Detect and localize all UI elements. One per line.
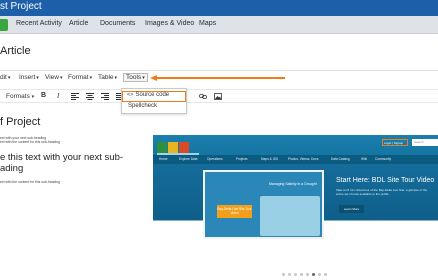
tab-bar: Recent Activity Article Documents Images… bbox=[0, 16, 438, 34]
menu-view[interactable]: View▾ bbox=[45, 74, 63, 81]
site-nav-item: Projects bbox=[236, 157, 248, 161]
site-panel-button: Bay-Delta Live Site Tour Video bbox=[217, 205, 252, 218]
menu-tools-label: Tools bbox=[126, 74, 142, 81]
document-placeholder-text[interactable]: ext with the content for this sub-headin… bbox=[0, 180, 60, 184]
site-nav-item: Operations bbox=[207, 157, 223, 161]
menu-edit[interactable]: dit▾ bbox=[0, 74, 10, 81]
site-nav-item: Maps & GIS bbox=[261, 157, 279, 161]
carousel-dot[interactable] bbox=[324, 273, 327, 276]
link-icon[interactable] bbox=[199, 93, 207, 100]
formats-label: Formats bbox=[6, 93, 30, 100]
site-login-link: Login | Signup bbox=[382, 139, 408, 146]
site-panel-title: Managing Salinity in a Drought bbox=[269, 182, 317, 186]
embedded-website-image[interactable]: Login | Signup Search Home Explore Data … bbox=[153, 135, 438, 267]
menu-format-label: Format bbox=[68, 74, 89, 81]
top-header-bar: st Project bbox=[0, 0, 438, 16]
align-left-icon[interactable] bbox=[71, 93, 79, 100]
chevron-down-icon: ▾ bbox=[59, 75, 63, 81]
carousel-dot-active[interactable] bbox=[312, 273, 315, 276]
tab-active-indicator[interactable] bbox=[0, 19, 8, 31]
editor-toolbar: Formats ▾ B I bbox=[0, 89, 438, 103]
chevron-down-icon: ▾ bbox=[7, 75, 11, 81]
carousel-dot[interactable] bbox=[300, 273, 303, 276]
site-nav-item: Home bbox=[159, 157, 168, 161]
tab-maps[interactable]: Maps bbox=[199, 20, 216, 27]
site-video-panel: Managing Salinity in a Drought Bay-Delta… bbox=[203, 170, 324, 239]
site-search-input: Search bbox=[412, 139, 438, 146]
menu-view-label: View bbox=[45, 74, 59, 81]
tab-images-video[interactable]: Images & Video bbox=[145, 20, 194, 27]
carousel-dot[interactable] bbox=[294, 273, 297, 276]
tools-dropdown-menu: <> Source code Spellcheck bbox=[121, 88, 187, 114]
site-learn-more-button: Learn More bbox=[339, 205, 364, 213]
site-nav-item: Community bbox=[375, 157, 392, 161]
chevron-down-icon: ▾ bbox=[36, 75, 39, 81]
menu-item-source-code[interactable]: <> Source code bbox=[122, 91, 186, 102]
document-subheading[interactable]: e this text with your next sub- bbox=[0, 152, 123, 163]
site-nav: Home Explore Data Operations Projects Ma… bbox=[153, 155, 438, 164]
formats-dropdown[interactable]: Formats ▾ bbox=[6, 93, 34, 100]
carousel-dot[interactable] bbox=[318, 273, 321, 276]
italic-button[interactable]: I bbox=[57, 92, 59, 100]
site-nav-item: Explore Data bbox=[179, 157, 198, 161]
site-tour-title: Start Here: BDL Site Tour Video bbox=[336, 177, 435, 184]
carousel-dot[interactable] bbox=[282, 273, 285, 276]
document-subheading[interactable]: ading bbox=[0, 163, 23, 174]
menu-tools[interactable]: Tools▾ bbox=[123, 73, 148, 82]
menu-insert[interactable]: Insert▾ bbox=[19, 74, 39, 81]
carousel-dot[interactable] bbox=[306, 273, 309, 276]
carousel-dot[interactable] bbox=[288, 273, 291, 276]
site-logo bbox=[157, 142, 199, 155]
align-center-icon[interactable] bbox=[86, 93, 94, 100]
site-tour-text: Take an 8 min virtual tour of the Bay-De… bbox=[336, 188, 428, 196]
document-placeholder-text[interactable]: ext with the content for this sub-headin… bbox=[0, 140, 60, 144]
menu-item-spellcheck[interactable]: Spellcheck bbox=[122, 103, 186, 114]
menu-edit-label: dit bbox=[0, 74, 7, 81]
menu-insert-label: Insert bbox=[19, 74, 36, 81]
tab-recent-activity[interactable]: Recent Activity bbox=[16, 20, 62, 27]
site-nav-item: Photos, Videos, Docs bbox=[288, 157, 319, 161]
code-icon: <> bbox=[127, 92, 134, 98]
image-icon[interactable] bbox=[214, 93, 222, 100]
site-nav-item: Data Catalog bbox=[331, 157, 350, 161]
source-code-label: Source code bbox=[135, 92, 170, 98]
menu-table-label: Table bbox=[98, 74, 114, 81]
divider bbox=[0, 70, 438, 71]
menu-table[interactable]: Table▾ bbox=[98, 74, 117, 81]
site-panel-image bbox=[260, 196, 320, 236]
menu-format[interactable]: Format▾ bbox=[68, 74, 92, 81]
project-title: st Project bbox=[0, 1, 42, 12]
tab-article[interactable]: Article bbox=[69, 20, 88, 27]
tab-documents[interactable]: Documents bbox=[100, 20, 135, 27]
page-title: Article bbox=[0, 45, 31, 57]
align-right-icon[interactable] bbox=[101, 93, 109, 100]
document-heading[interactable]: f Project bbox=[0, 116, 40, 128]
site-nav-item: Wiki bbox=[361, 157, 368, 161]
annotation-arrow bbox=[150, 75, 285, 81]
chevron-down-icon: ▾ bbox=[114, 75, 118, 81]
chevron-down-icon: ▾ bbox=[89, 75, 93, 81]
chevron-down-icon: ▾ bbox=[31, 94, 35, 100]
bold-button[interactable]: B bbox=[41, 92, 46, 99]
chevron-down-icon: ▾ bbox=[142, 75, 145, 81]
